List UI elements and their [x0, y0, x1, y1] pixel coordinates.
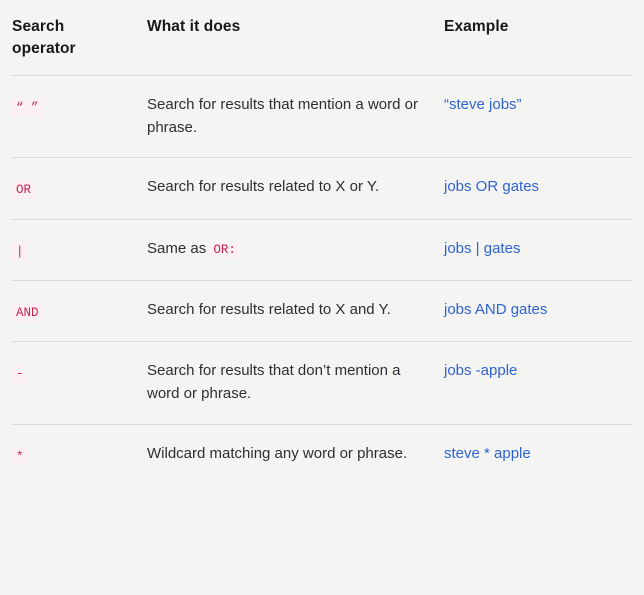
description-text: Search for results related to X and Y. [147, 300, 391, 318]
table-row: - Search for results that don’t mention a… [12, 341, 632, 425]
operator-cell: “ ” [12, 75, 147, 159]
description-cell: Search for results that don’t mention a … [147, 341, 444, 425]
operator-code: AND [12, 303, 43, 322]
table-row: * Wildcard matching any word or phrase. st… [12, 424, 632, 485]
table-row: | Same as OR: jobs | gates [12, 219, 632, 281]
description-cell: Search for results related to X or Y. [147, 157, 444, 220]
operator-code: | [12, 242, 28, 261]
search-operators-table-container: Search operator What it does Example “ ”… [0, 0, 644, 485]
example-link[interactable]: jobs OR gates [444, 178, 539, 195]
example-link[interactable]: jobs -apple [444, 362, 517, 379]
operator-cell: OR [12, 157, 147, 220]
operator-code: - [12, 365, 28, 384]
description-inline-code: OR: [210, 241, 239, 258]
column-header-what-it-does: What it does [147, 0, 444, 76]
table-body: “ ” Search for results that mention a wor… [12, 75, 632, 485]
description-text: Search for results related to X or Y. [147, 178, 380, 196]
description-cell: Wildcard matching any word or phrase. [147, 424, 444, 485]
example-cell: jobs -apple [444, 341, 632, 425]
description-cell: Search for results that mention a word o… [147, 75, 444, 159]
example-cell: jobs OR gates [444, 157, 632, 220]
description-text: Search for results that mention a word o… [147, 95, 418, 137]
example-cell: steve * apple [444, 424, 632, 485]
table-row: OR Search for results related to X or Y. j… [12, 157, 632, 220]
example-link[interactable]: steve * apple [444, 445, 531, 462]
table-row: “ ” Search for results that mention a wor… [12, 75, 632, 159]
example-link[interactable]: “steve jobs” [444, 96, 522, 113]
search-operators-table: Search operator What it does Example “ ”… [12, 0, 632, 485]
description-cell: Same as OR: [147, 219, 444, 281]
operator-cell: AND [12, 280, 147, 343]
table-header-row: Search operator What it does Example [12, 0, 632, 76]
description-cell: Search for results related to X and Y. [147, 280, 444, 343]
operator-code: OR [12, 181, 36, 200]
operator-code: “ ” [12, 98, 43, 117]
example-cell: jobs AND gates [444, 280, 632, 343]
operator-cell: | [12, 219, 147, 281]
operator-code: * [12, 447, 28, 466]
column-header-example: Example [444, 0, 632, 76]
column-header-search-operator: Search operator [12, 0, 147, 76]
table-header: Search operator What it does Example [12, 0, 632, 76]
example-link[interactable]: jobs | gates [444, 240, 520, 257]
description-text: Same as [147, 239, 211, 257]
example-link[interactable]: jobs AND gates [444, 301, 547, 318]
example-cell: jobs | gates [444, 219, 632, 281]
operator-cell: * [12, 424, 147, 485]
table-row: AND Search for results related to X and Y… [12, 280, 632, 343]
example-cell: “steve jobs” [444, 75, 632, 159]
description-text: Wildcard matching any word or phrase. [147, 444, 408, 462]
operator-cell: - [12, 341, 147, 425]
description-text: Search for results that don’t mention a … [147, 362, 401, 403]
